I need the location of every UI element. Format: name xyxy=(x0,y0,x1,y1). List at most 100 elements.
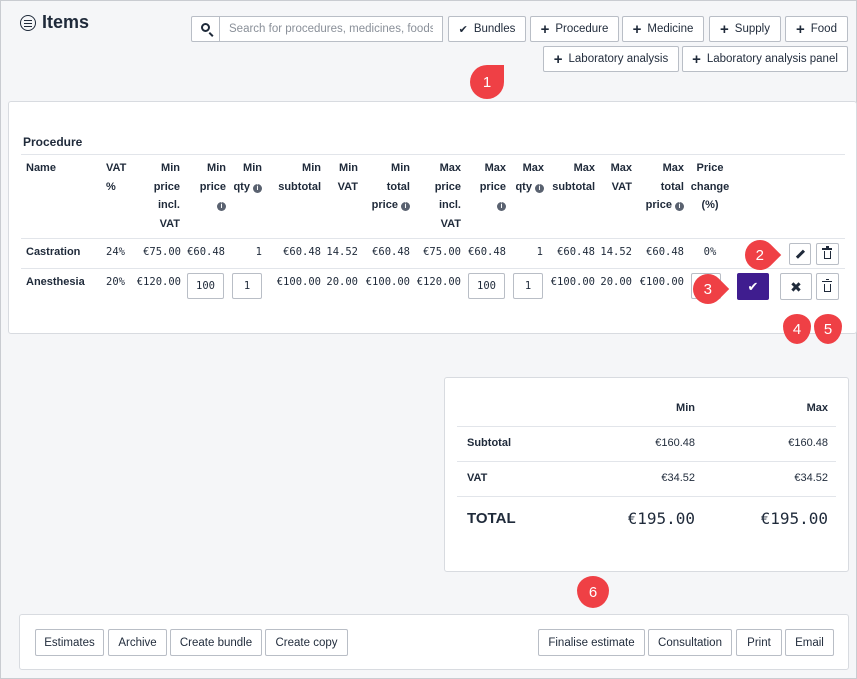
col-header-max-price: Max price i xyxy=(479,162,506,211)
row-castration-min-vat: 14.52 xyxy=(326,246,358,258)
col-header-min-subtotal: Min subtotal xyxy=(278,162,321,193)
info-icon: i xyxy=(535,183,544,193)
procedure-section-title: Procedure xyxy=(23,135,83,149)
col-header-max-subtotal: Max subtotal xyxy=(552,162,595,193)
summary-divider xyxy=(457,461,836,462)
callout-marker-5: 5 xyxy=(814,314,842,344)
row-anesthesia-min-vat: 20.00 xyxy=(326,276,358,288)
col-header-max-total-price: Max total price i xyxy=(645,162,684,211)
pencil-icon xyxy=(795,249,805,259)
info-icon: i xyxy=(675,202,684,211)
row-anesthesia-max-subtotal: €100.00 xyxy=(550,276,595,288)
search-button[interactable] xyxy=(191,16,220,42)
max-qty-input[interactable] xyxy=(513,273,543,299)
row-anesthesia-min-subtotal: €100.00 xyxy=(276,276,321,288)
confirm-button[interactable]: ✔ xyxy=(737,273,769,300)
summary-total-max: €195.00 xyxy=(760,509,828,528)
row-anesthesia-name: Anesthesia xyxy=(26,276,85,288)
row-castration-max-subtotal: €60.48 xyxy=(557,246,595,258)
info-icon: i xyxy=(497,202,506,211)
col-header-max-price-incl-vat: Max price incl. VAT xyxy=(434,162,461,230)
row-castration-max-price: €60.48 xyxy=(468,246,506,258)
max-price-input[interactable] xyxy=(468,273,505,299)
row-castration-name: Castration xyxy=(26,246,81,258)
callout-marker-1: 1 xyxy=(470,65,504,99)
add-medicine-button[interactable]: + Medicine xyxy=(622,16,704,42)
col-header-min-qty: Min qty i xyxy=(233,162,262,193)
cancel-button[interactable]: ✖ xyxy=(780,273,812,300)
table-top-divider xyxy=(21,154,845,155)
trash-icon xyxy=(822,246,832,259)
estimates-button[interactable]: Estimates xyxy=(35,629,104,656)
lab-panel-label: Laboratory analysis panel xyxy=(706,53,838,65)
procedure-label: Procedure xyxy=(555,23,609,35)
summary-divider xyxy=(457,496,836,497)
col-header-min-total-price: Min total price i xyxy=(371,162,410,211)
row-castration-max-qty: 1 xyxy=(536,246,543,258)
row-anesthesia-vat: 20% xyxy=(106,276,125,288)
medicine-label: Medicine xyxy=(647,23,694,35)
summary-divider xyxy=(457,426,836,427)
info-icon: i xyxy=(217,202,226,211)
create-bundle-button[interactable]: Create bundle xyxy=(170,629,262,656)
edit-button[interactable] xyxy=(789,243,811,265)
col-header-max-vat: Max VAT xyxy=(610,162,632,193)
plus-icon: + xyxy=(540,20,550,38)
min-price-input[interactable] xyxy=(187,273,224,299)
col-header-min-vat: Min VAT xyxy=(337,162,358,193)
search-input[interactable] xyxy=(220,16,443,42)
food-label: Food xyxy=(810,23,837,35)
row-castration-max-vat: 14.52 xyxy=(600,246,632,258)
archive-button[interactable]: Archive xyxy=(108,629,167,656)
row-castration-min-price: €60.48 xyxy=(187,246,225,258)
table-row-divider xyxy=(21,268,845,269)
add-procedure-button[interactable]: + Procedure xyxy=(530,16,619,42)
delete-button[interactable] xyxy=(816,273,839,300)
row-anesthesia-max-vat: 20.00 xyxy=(600,276,632,288)
trash-icon xyxy=(822,278,832,292)
supply-label: Supply xyxy=(734,23,770,35)
info-icon: i xyxy=(253,183,262,193)
callout-marker-4: 4 xyxy=(783,314,811,344)
row-castration-vat: 24% xyxy=(106,246,125,258)
check-icon: ✔ xyxy=(458,23,468,36)
plus-icon: + xyxy=(796,20,805,38)
check-icon: ✔ xyxy=(747,278,759,294)
summary-vat-min: €34.52 xyxy=(661,472,695,484)
row-castration-min-incl: €75.00 xyxy=(143,246,181,258)
col-header-min-price-incl-vat: Min price incl. VAT xyxy=(153,162,180,230)
summary-total-min: €195.00 xyxy=(627,509,695,528)
page-title: Items xyxy=(20,12,89,33)
finalise-estimate-button[interactable]: Finalise estimate xyxy=(538,629,645,656)
plus-icon: + xyxy=(632,20,642,38)
add-food-button[interactable]: + Food xyxy=(785,16,848,42)
bundles-label: Bundles xyxy=(473,23,516,35)
add-lab-panel-button[interactable]: + Laboratory analysis panel xyxy=(682,46,848,72)
info-icon: i xyxy=(401,202,410,211)
col-header-price-change: Price change (%) xyxy=(690,162,730,211)
bundles-button[interactable]: ✔ Bundles xyxy=(448,16,526,42)
consultation-button[interactable]: Consultation xyxy=(648,629,732,656)
row-anesthesia-max-total: €100.00 xyxy=(639,276,684,288)
summary-subtotal-max: €160.48 xyxy=(788,437,828,449)
list-icon xyxy=(20,14,36,31)
print-button[interactable]: Print xyxy=(736,629,782,656)
summary-vat-label: VAT xyxy=(467,472,488,484)
delete-button[interactable] xyxy=(816,243,839,265)
add-lab-analysis-button[interactable]: + Laboratory analysis xyxy=(543,46,679,72)
summary-subtotal-min: €160.48 xyxy=(655,437,695,449)
row-anesthesia-min-incl: €120.00 xyxy=(136,276,181,288)
plus-icon: + xyxy=(692,50,701,68)
summary-max-header: Max xyxy=(806,402,828,414)
add-supply-button[interactable]: + Supply xyxy=(709,16,781,42)
page-title-text: Items xyxy=(42,12,90,32)
col-header-min-price: Min price i xyxy=(199,162,226,211)
summary-min-header: Min xyxy=(676,402,695,414)
summary-subtotal-label: Subtotal xyxy=(467,437,511,449)
email-button[interactable]: Email xyxy=(785,629,834,656)
close-icon: ✖ xyxy=(790,278,802,295)
col-header-vat-pct: VAT% xyxy=(106,162,127,193)
row-castration-max-incl: €75.00 xyxy=(423,246,461,258)
create-copy-button[interactable]: Create copy xyxy=(265,629,348,656)
min-qty-input[interactable] xyxy=(232,273,262,299)
